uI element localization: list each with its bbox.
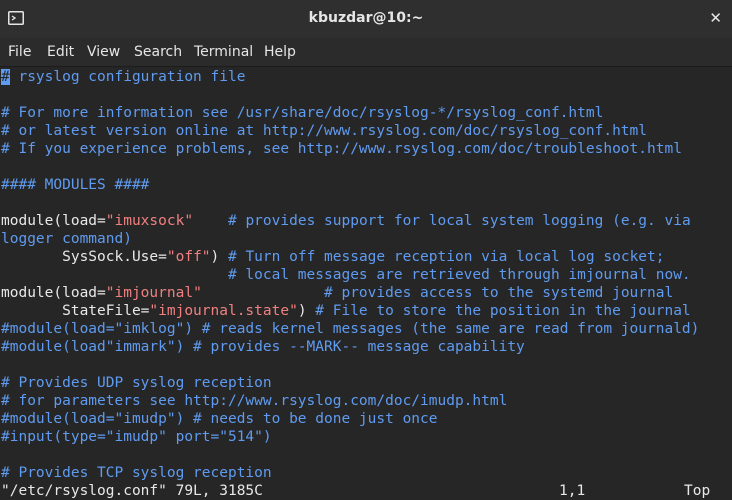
status-file-info: "/etc/rsyslog.conf" 79L, 3185C bbox=[1, 483, 263, 499]
editor-line-11: SysSock.Use="off") # Turn off message re… bbox=[1, 249, 665, 265]
editor-line-15: #module(load="imklog") # reads kernel me… bbox=[1, 321, 700, 337]
menu-terminal[interactable]: Terminal bbox=[194, 44, 253, 60]
status-cursor-position: 1,1 bbox=[559, 483, 586, 499]
terminal-editor[interactable]: # rsyslog configuration file # For more … bbox=[0, 67, 732, 500]
editor-line-19: # for parameters see http://www.rsyslog.… bbox=[1, 393, 508, 409]
editor-line-20: #module(load="imudp") # needs to be done… bbox=[1, 411, 438, 427]
menu-search[interactable]: Search bbox=[134, 44, 182, 60]
editor-line-1: # rsyslog configuration file bbox=[1, 69, 246, 85]
menu-help[interactable]: Help bbox=[264, 44, 296, 60]
editor-line-16: #module(load"immark") # provides --MARK-… bbox=[1, 339, 525, 355]
editor-line-5: # If you experience problems, see http:/… bbox=[1, 141, 682, 157]
editor-line-7: #### MODULES #### bbox=[1, 177, 150, 193]
editor-line-9: module(load="imuxsock" # provides suppor… bbox=[1, 213, 691, 229]
editor-line-10: logger command) bbox=[1, 231, 132, 247]
menu-view[interactable]: View bbox=[87, 44, 120, 60]
editor-line-14: StateFile="imjournal.state") # File to s… bbox=[1, 303, 691, 319]
editor-line-13: module(load="imjournal" # provides acces… bbox=[1, 285, 674, 301]
text-cursor: # bbox=[1, 69, 10, 85]
window-title: kbuzdar@10:~ bbox=[308, 10, 424, 26]
menu-file[interactable]: File bbox=[8, 44, 31, 60]
status-scroll-position: Top bbox=[684, 483, 711, 499]
editor-line-3: # For more information see /usr/share/do… bbox=[1, 105, 604, 121]
title-bar: kbuzdar@10:~ ✕ bbox=[0, 0, 732, 38]
editor-line-4: # or latest version online at http://www… bbox=[1, 123, 648, 139]
editor-line-23: # Provides TCP syslog reception bbox=[1, 465, 272, 481]
editor-line-21: #input(type="imudp" port="514") bbox=[1, 429, 272, 445]
menu-bar: File Edit View Search Terminal Help bbox=[0, 38, 732, 67]
menu-edit[interactable]: Edit bbox=[47, 44, 74, 60]
close-icon[interactable]: ✕ bbox=[709, 9, 722, 27]
editor-line-12: # local messages are retrieved through i… bbox=[1, 267, 691, 283]
editor-line-18: # Provides UDP syslog reception bbox=[1, 375, 272, 391]
